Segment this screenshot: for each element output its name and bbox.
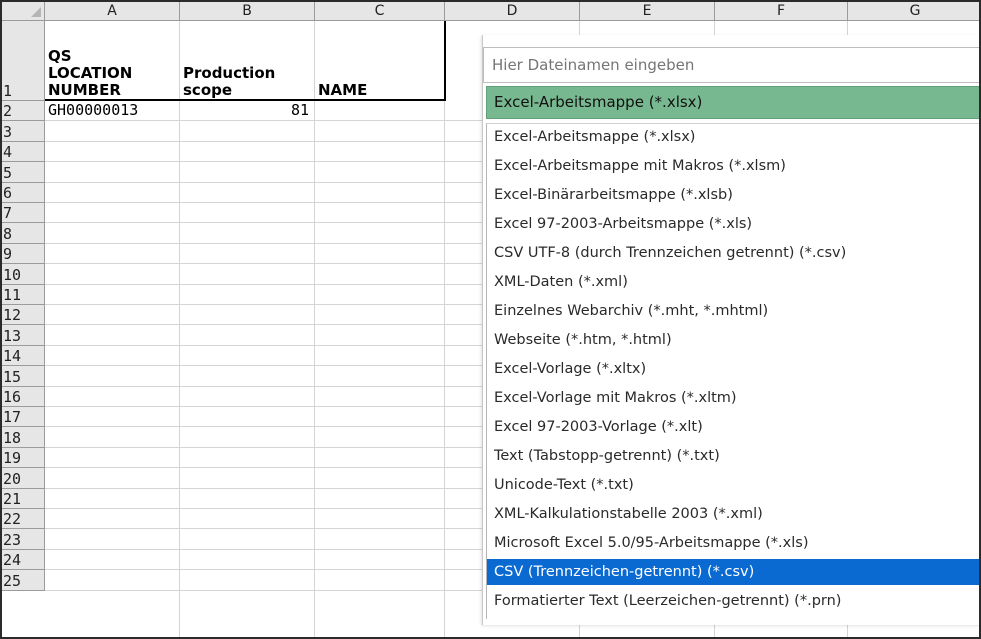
cell-b2-text: 81 [290,101,309,119]
row-header-7[interactable]: 7 [2,203,45,224]
row-header-23[interactable]: 23 [2,529,45,550]
row-header-25[interactable]: 25 [2,570,45,591]
row-number: 11 [3,285,22,304]
column-header-g[interactable]: G [848,2,979,21]
row-number: 25 [3,571,22,590]
row-header-15[interactable]: 15 [2,366,45,387]
row-header-6[interactable]: 6 [2,182,45,203]
row-header-10[interactable]: 10 [2,264,45,285]
file-type-option[interactable]: Text (Tabstopp-getrennt) (*.txt) [487,443,979,469]
row-header-9[interactable]: 9 [2,243,45,265]
file-type-option[interactable]: Excel 97-2003-Vorlage (*.xlt) [487,414,979,440]
cell-b1[interactable]: Production scope [180,21,315,100]
row-header-14[interactable]: 14 [2,345,45,367]
select-all-corner[interactable] [2,2,45,21]
file-type-option[interactable]: XML-Kalkulationstabelle 2003 (*.xml) [487,501,979,527]
save-as-type-dropdown: Excel-Arbeitsmappe (*.xlsx) Excel-Arbeit… [482,35,979,625]
row-number: 21 [3,489,22,508]
cell-a1-line-1: QS [48,47,72,65]
select-all-triangle-icon [31,7,41,17]
row-header-12[interactable]: 12 [2,305,45,326]
file-type-option[interactable]: XML-Daten (*.xml) [487,269,979,295]
row-number: 10 [3,265,22,284]
row-header-16[interactable]: 16 [2,386,45,407]
file-type-option[interactable]: Excel-Vorlage (*.xltx) [487,356,979,382]
row-header-18[interactable]: 18 [2,427,45,448]
row-number: 7 [3,204,13,223]
row-number: 9 [3,245,13,264]
file-type-option[interactable]: Excel 97-2003-Arbeitsmappe (*.xls) [487,211,979,237]
row-number: 22 [3,510,22,529]
column-header-b[interactable]: B [180,2,315,21]
file-type-option[interactable]: Formatierter Text (Leerzeichen-getrennt)… [487,588,979,614]
column-header-f[interactable]: F [715,2,848,21]
gridline-vertical [444,21,445,637]
column-header-d[interactable]: D [445,2,580,21]
row-number: 23 [3,530,22,549]
row-number: 13 [3,326,22,345]
file-type-option[interactable]: CSV UTF-8 (durch Trennzeichen getrennt) … [487,240,979,266]
file-type-option[interactable]: Excel-Arbeitsmappe mit Makros (*.xlsm) [487,153,979,179]
selected-file-type[interactable]: Excel-Arbeitsmappe (*.xlsx) [486,86,979,119]
file-type-option[interactable]: Excel-Vorlage mit Makros (*.xltm) [487,385,979,411]
row-number: 1 [3,82,13,100]
row-number: 2 [3,102,13,121]
row-number: 24 [3,551,22,570]
row-header-19[interactable]: 19 [2,447,45,469]
row-header-2[interactable]: 2 [2,101,45,122]
row-header-5[interactable]: 5 [2,162,45,183]
file-type-option[interactable]: Unicode-Text (*.txt) [487,472,979,498]
file-type-option[interactable]: Einzelnes Webarchiv (*.mht, *.mhtml) [487,298,979,324]
row-header-24[interactable]: 24 [2,549,45,571]
row-header-4[interactable]: 4 [2,141,45,163]
row-header-3[interactable]: 3 [2,121,45,142]
row-number: 5 [3,163,13,182]
row-number: 14 [3,347,22,366]
row-number: 17 [3,408,22,427]
file-type-option[interactable]: Webseite (*.htm, *.html) [487,327,979,353]
row-number: 8 [3,224,13,243]
cell-b1-line-2: scope [183,81,233,99]
row-header-1[interactable]: 1 [2,21,45,101]
file-type-option[interactable]: CSV (Trennzeichen-getrennt) (*.csv) [487,559,979,585]
filename-input[interactable] [483,47,979,83]
column-header-c[interactable]: C [315,2,445,21]
row-number: 3 [3,122,13,141]
cell-b2[interactable]: 81 [180,101,315,119]
cell-a2-text: GH00000013 [48,101,139,119]
header-border-right [444,21,446,101]
row-number: 4 [3,143,13,162]
excel-window: ABCDEFG 1 2 3 4 5 6 7 8 9 10 11 12 13 14 15 16 17 18 19 20 2… [0,0,981,639]
row-header-17[interactable]: 17 [2,407,45,428]
cell-a1[interactable]: QS LOCATION NUMBER [45,21,180,100]
file-type-option[interactable]: Microsoft Excel 5.0/95-Arbeitsmappe (*.x… [487,530,979,556]
cell-a1-line-2: LOCATION [48,64,133,82]
row-number: 19 [3,449,22,468]
row-number: 18 [3,428,22,447]
row-number: 6 [3,183,13,202]
row-number: 16 [3,387,22,406]
column-header-a[interactable]: A [45,2,180,21]
row-number: 20 [3,469,22,488]
cell-a2[interactable]: GH00000013 [45,101,180,119]
row-header-8[interactable]: 8 [2,223,45,244]
row-header-20[interactable]: 20 [2,468,45,489]
cell-a1-line-3: NUMBER [48,81,121,99]
row-header-13[interactable]: 13 [2,325,45,346]
row-header-22[interactable]: 22 [2,509,45,530]
row-header-21[interactable]: 21 [2,488,45,509]
column-header-e[interactable]: E [580,2,715,21]
file-type-list: Excel-Arbeitsmappe (*.xlsx) Excel-Arbeits… [486,123,979,619]
cell-c1[interactable]: NAME [315,21,445,100]
row-number: 12 [3,306,22,325]
cell-b1-line-1: Production [183,64,276,82]
file-type-option[interactable]: Excel-Binärarbeitsmappe (*.xlsb) [487,182,979,208]
row-number: 15 [3,367,22,386]
row-header-11[interactable]: 11 [2,284,45,305]
file-type-option[interactable]: Excel-Arbeitsmappe (*.xlsx) [487,124,979,150]
cell-c1-text: NAME [318,81,368,99]
